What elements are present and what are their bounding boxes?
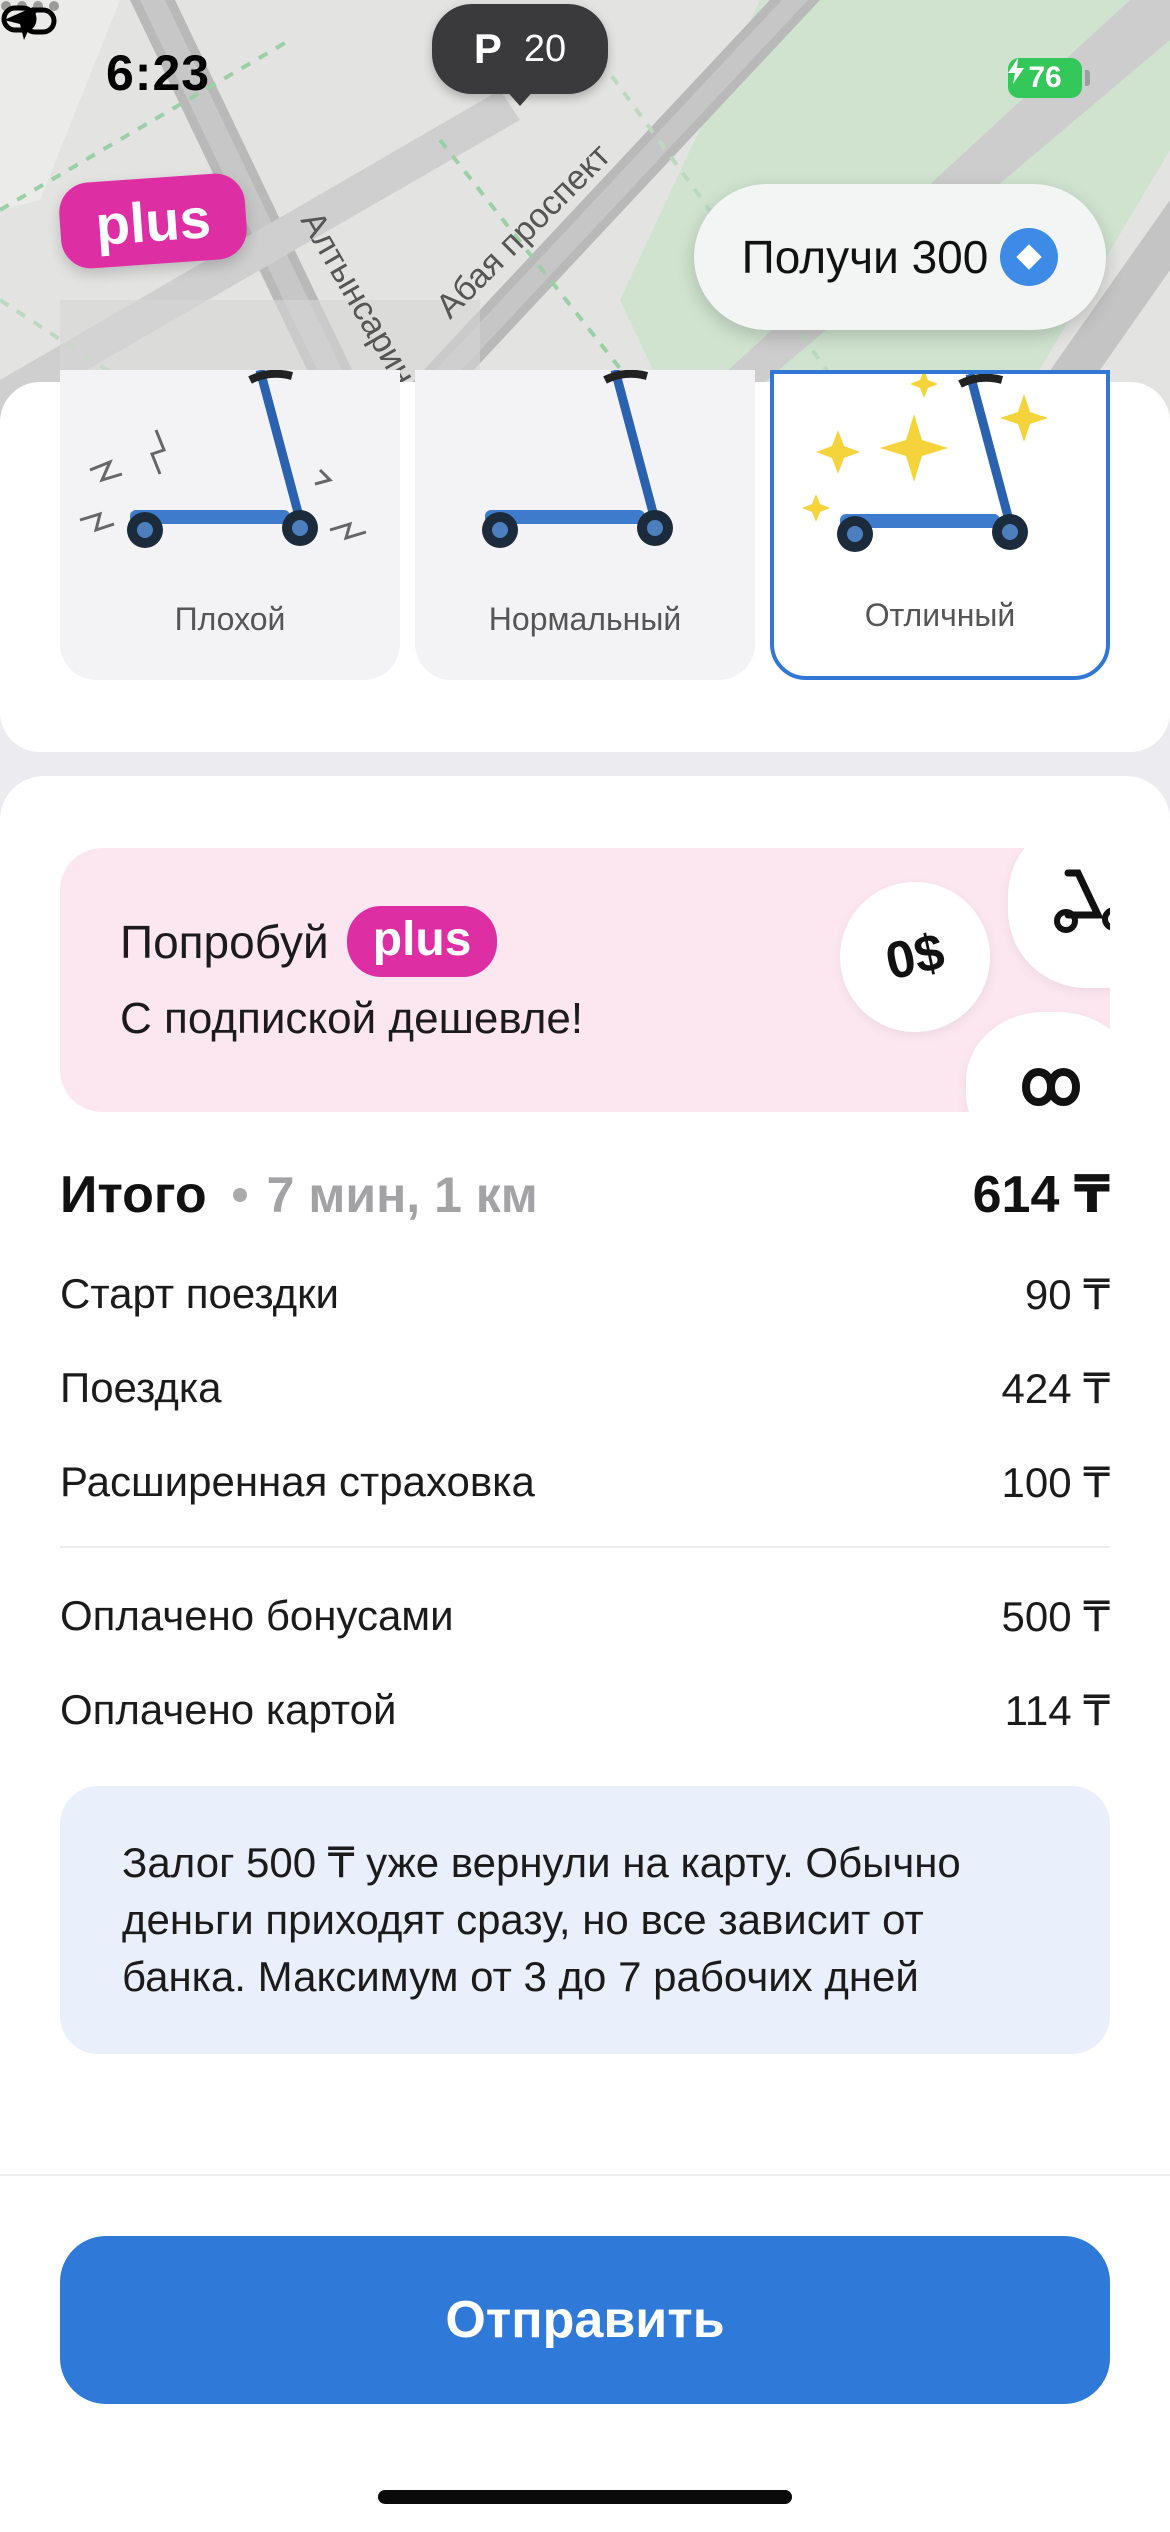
promo-subtitle: С подпиской дешевле! (120, 994, 584, 1043)
diamond-icon (1000, 228, 1059, 286)
summary-divider (60, 1546, 1110, 1548)
trip-duration-distance: 7 мин, 1 км (266, 1167, 538, 1223)
fee-value: 90 ₸ (1024, 1270, 1110, 1318)
condition-options: Плохой Нормальный Отличный (60, 370, 1110, 680)
scooter-normal-icon (482, 370, 673, 548)
payment-row-bonuses: Оплачено бонусами 500 ₸ (60, 1586, 1110, 1646)
deposit-notice: Залог 500 ₸ уже вернули на карту. Обычно… (60, 1786, 1110, 2054)
battery-level: 76 (1028, 61, 1062, 94)
payment-value: 500 ₸ (1001, 1592, 1110, 1640)
promo-zero-dollar-bubble: 0$ (826, 868, 1004, 1046)
fee-value: 100 ₸ (1001, 1458, 1110, 1506)
charging-icon (1008, 58, 1024, 84)
status-time: 6:23 (106, 45, 211, 101)
fee-row-ride: Поездка 424 ₸ (60, 1358, 1110, 1418)
payment-value: 114 ₸ (1004, 1686, 1110, 1734)
battery-cap (1085, 70, 1090, 86)
condition-card-normal[interactable]: Нормальный (415, 370, 755, 680)
promo-title: Попробуй plus (120, 906, 498, 977)
home-indicator[interactable] (378, 2490, 792, 2504)
total-price: 614 ₸ (972, 1166, 1110, 1224)
scooter-bad-icon (79, 370, 367, 548)
fee-label: Старт поездки (60, 1270, 340, 1317)
fee-label: Расширенная страховка (60, 1458, 535, 1505)
footer-divider (0, 2174, 1170, 2176)
promo-scooter-bubble (1008, 848, 1110, 988)
condition-label-excellent: Отличный (864, 597, 1016, 633)
promo-infinity-bubble (966, 1012, 1110, 1112)
infinity-icon (1021, 1068, 1081, 1106)
link-icon (1, 5, 57, 35)
get-bonus-label: Получи 300 (741, 231, 989, 283)
fee-label: Поездка (60, 1364, 222, 1411)
plus-promo-banner[interactable]: Попробуй plus С подпиской дешевле! 0$ (60, 848, 1110, 1112)
payment-row-card: Оплачено картой 114 ₸ (60, 1680, 1110, 1740)
total-row: Итого 7 мин, 1 км 614 ₸ (60, 1160, 1110, 1230)
send-button[interactable]: Отправить (60, 2236, 1110, 2404)
promo-try-label: Попробуй (120, 915, 329, 968)
battery-indicator: 76 (1008, 58, 1082, 98)
scooter-excellent-icon (802, 374, 1048, 552)
payment-label: Оплачено картой (60, 1686, 397, 1733)
fee-row-start: Старт поездки 90 ₸ (60, 1264, 1110, 1324)
total-label: Итого (60, 1166, 207, 1224)
condition-label-normal: Нормальный (488, 601, 682, 637)
parking-marker-tail (504, 88, 536, 106)
parking-letter: P (473, 25, 502, 72)
condition-card-bad[interactable]: Плохой (60, 370, 400, 680)
fee-value: 424 ₸ (1001, 1364, 1110, 1412)
get-bonus-button[interactable]: Получи 300 (694, 184, 1106, 330)
condition-card-excellent[interactable]: Отличный (770, 370, 1110, 680)
payment-label: Оплачено бонусами (60, 1592, 454, 1639)
promo-plus-badge: plus (346, 906, 498, 977)
fee-row-insurance: Расширенная страховка 100 ₸ (60, 1452, 1110, 1512)
scooter-outline-icon (1054, 869, 1110, 933)
promo-zero-label: 0$ (880, 922, 950, 992)
plus-badge[interactable]: plus (57, 171, 249, 271)
separator-dot (232, 1188, 247, 1202)
parking-marker[interactable]: P 20 (432, 4, 608, 94)
parking-count: 20 (523, 27, 567, 70)
condition-label-bad: Плохой (174, 601, 286, 637)
